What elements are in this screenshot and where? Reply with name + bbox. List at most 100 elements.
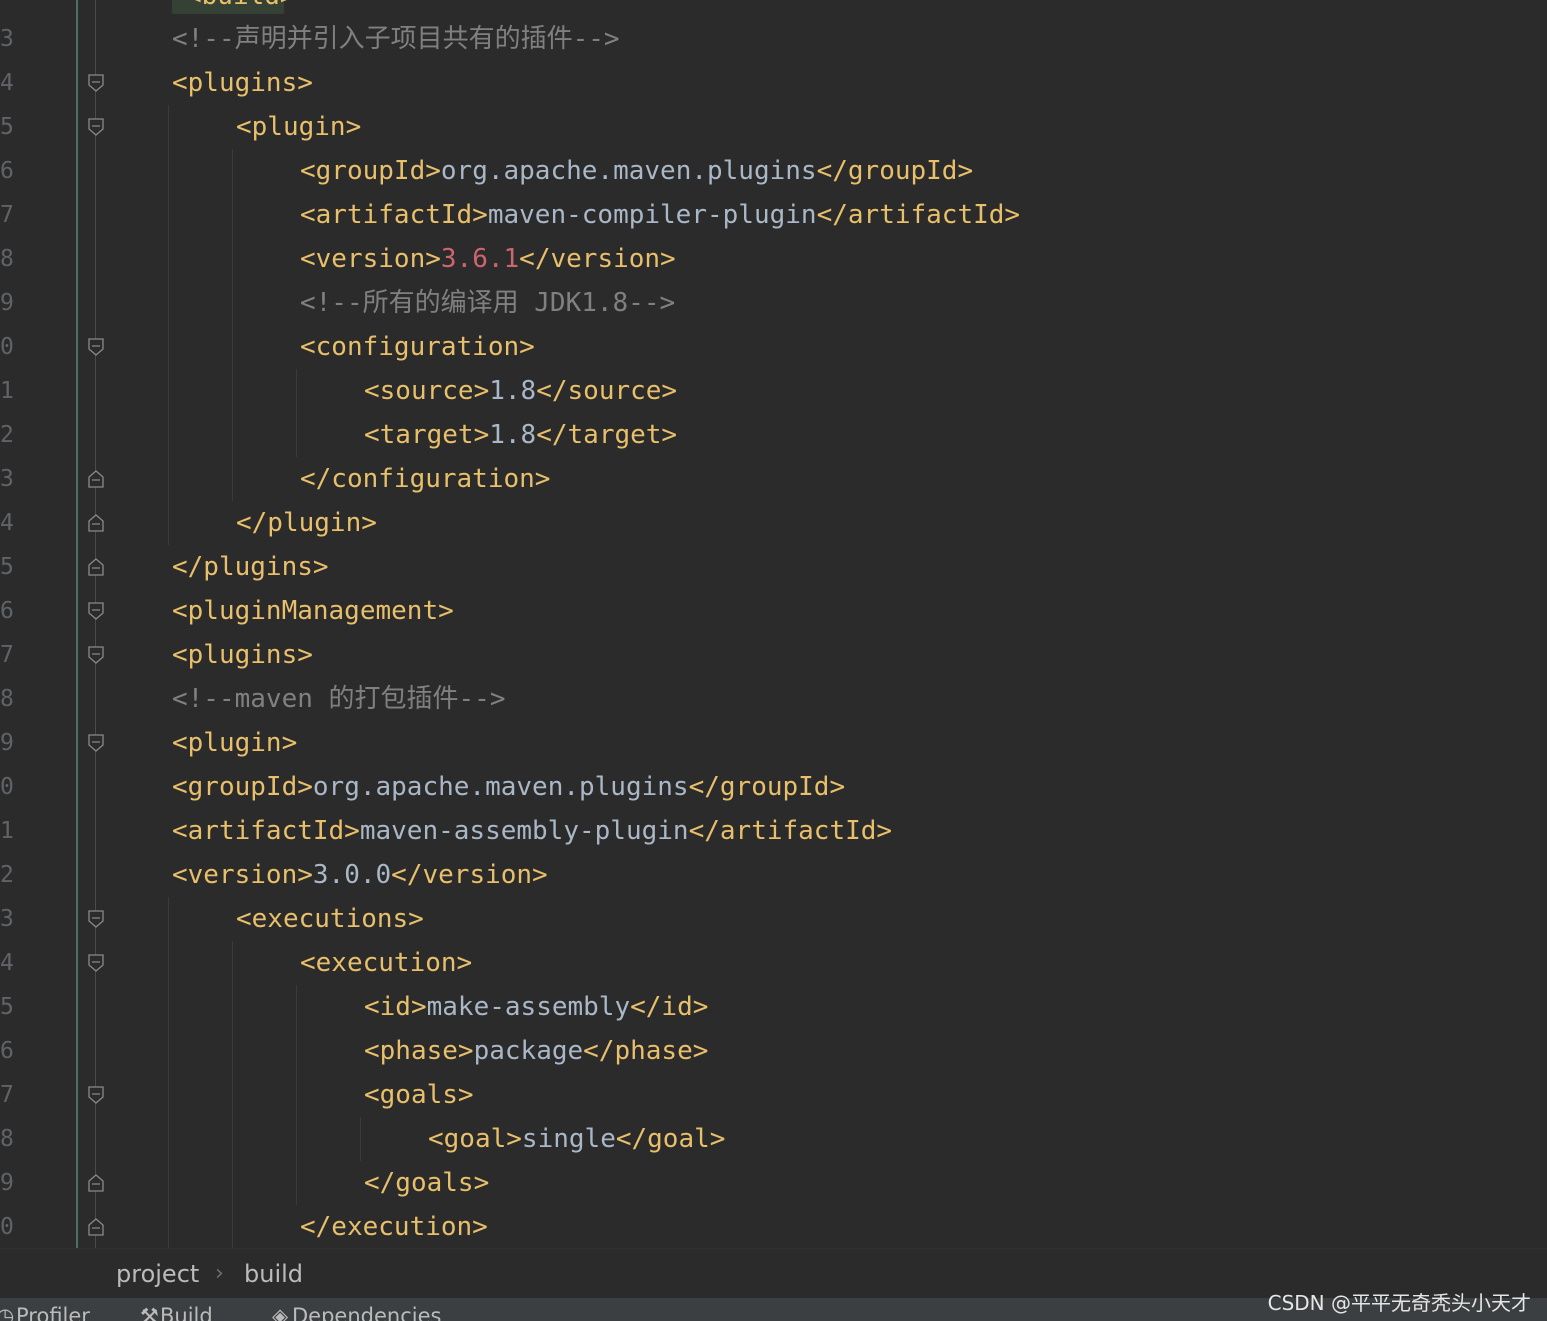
code-line[interactable]: 2 <target>1.8</target> bbox=[0, 413, 1547, 457]
fold-open-icon[interactable] bbox=[88, 734, 104, 752]
code-line[interactable]: 5 <id>make-assembly</id> bbox=[0, 985, 1547, 1029]
fold-open-icon[interactable] bbox=[88, 338, 104, 356]
code-line[interactable]: 3 </configuration> bbox=[0, 457, 1547, 501]
code-line[interactable]: 8 <version>3.6.1</version> bbox=[0, 237, 1547, 281]
indent-guide bbox=[168, 1117, 169, 1161]
xml-tag: <plugin> bbox=[236, 112, 362, 142]
xml-tag: </goals> bbox=[364, 1168, 490, 1198]
xml-tag: <artifactId> bbox=[172, 816, 360, 846]
line-number: 9 bbox=[0, 1170, 14, 1196]
line-number: 6 bbox=[0, 1038, 14, 1064]
breadcrumb-separator-icon: › bbox=[215, 1261, 224, 1286]
code-line[interactable]: 4 </plugin> bbox=[0, 501, 1547, 545]
indent-guide bbox=[168, 105, 169, 149]
fold-open-icon[interactable] bbox=[88, 910, 104, 928]
fold-close-icon[interactable] bbox=[88, 1218, 104, 1236]
line-number: 1 bbox=[0, 378, 14, 404]
code-line[interactable]: 4 <execution> bbox=[0, 941, 1547, 985]
xml-value: org.apache.maven.plugins bbox=[440, 156, 817, 186]
fold-open-icon[interactable] bbox=[88, 74, 104, 92]
code-line[interactable]: 6 <pluginManagement> bbox=[0, 589, 1547, 633]
line-number: 1 bbox=[0, 818, 14, 844]
code-text: <!--声明并引入子项目共有的插件--> bbox=[172, 17, 620, 61]
line-number: 0 bbox=[0, 1214, 14, 1240]
fold-close-icon[interactable] bbox=[88, 514, 104, 532]
breadcrumb-item-build[interactable]: build bbox=[244, 1249, 303, 1299]
code-line[interactable]: 5 <plugin> bbox=[0, 105, 1547, 149]
code-line[interactable]: 7 <plugins> bbox=[0, 633, 1547, 677]
indent-guide bbox=[296, 1073, 297, 1117]
indent-guide bbox=[232, 1117, 233, 1161]
code-line[interactable]: 3 <!--声明并引入子项目共有的插件--> bbox=[0, 17, 1547, 61]
xml-tag: </id> bbox=[630, 992, 709, 1022]
code-line[interactable]: 0 <configuration> bbox=[0, 325, 1547, 369]
indent-guide bbox=[168, 1029, 169, 1073]
xml-tag: </version> bbox=[519, 244, 676, 274]
code-line[interactable]: 4 <plugins> bbox=[0, 61, 1547, 105]
fold-close-icon[interactable] bbox=[88, 558, 104, 576]
code-line[interactable]: 1 <artifactId>maven-assembly-plugin</arti… bbox=[0, 809, 1547, 853]
fold-open-icon[interactable] bbox=[88, 1086, 104, 1104]
code-line[interactable]: 2 <version>3.0.0</version> bbox=[0, 853, 1547, 897]
line-number: 2 bbox=[0, 422, 14, 448]
tool-dependencies[interactable]: ◈ Dependencies bbox=[272, 1304, 441, 1321]
tool-build[interactable]: ⚒Build bbox=[140, 1304, 213, 1321]
code-line[interactable]: 3 <executions> bbox=[0, 897, 1547, 941]
code-line[interactable]: 0 <groupId>org.apache.maven.plugins</grou… bbox=[0, 765, 1547, 809]
highlighted-build-tag: <build> bbox=[172, 0, 296, 14]
indent-guide bbox=[168, 1161, 169, 1205]
code-line[interactable]: 7 <artifactId>maven-compiler-plugin</arti… bbox=[0, 193, 1547, 237]
xml-value: package bbox=[473, 1036, 584, 1066]
fold-open-icon[interactable] bbox=[88, 602, 104, 620]
xml-tag: </artifactId> bbox=[688, 816, 893, 846]
code-line[interactable]: 5 </plugins> bbox=[0, 545, 1547, 589]
code-line[interactable]: 8 <goal>single</goal> bbox=[0, 1117, 1547, 1161]
indent-guide bbox=[168, 501, 169, 545]
indent-guide bbox=[168, 413, 169, 457]
fold-close-icon[interactable] bbox=[88, 470, 104, 488]
xml-tag: </version> bbox=[391, 860, 548, 890]
breadcrumb-item-project[interactable]: project bbox=[116, 1249, 199, 1299]
xml-tag: <version> bbox=[300, 244, 441, 274]
code-text: <plugin> bbox=[236, 105, 361, 149]
xml-tag: <pluginManagement> bbox=[172, 596, 454, 626]
code-line[interactable]: 0 </execution> bbox=[0, 1205, 1547, 1248]
code-line[interactable]: 7 <goals> bbox=[0, 1073, 1547, 1117]
code-line[interactable]: 8 <!--maven 的打包插件--> bbox=[0, 677, 1547, 721]
fold-open-icon[interactable] bbox=[88, 954, 104, 972]
indent-guide bbox=[168, 897, 169, 941]
xml-comment: <!--声明并引入子项目共有的插件--> bbox=[172, 24, 620, 54]
line-number: 5 bbox=[0, 114, 14, 140]
indent-guide bbox=[168, 941, 169, 985]
indent-guide bbox=[232, 193, 233, 237]
code-line[interactable]: 6 <groupId>org.apache.maven.plugins</grou… bbox=[0, 149, 1547, 193]
code-text: </execution> bbox=[300, 1205, 488, 1248]
indent-guide bbox=[232, 1161, 233, 1205]
fold-open-icon[interactable] bbox=[88, 646, 104, 664]
fold-close-icon[interactable] bbox=[88, 1174, 104, 1192]
code-line[interactable]: 6 <phase>package</phase> bbox=[0, 1029, 1547, 1073]
code-text: <artifactId>maven-assembly-plugin</artif… bbox=[172, 809, 892, 853]
indent-guide bbox=[168, 237, 169, 281]
code-editor[interactable]: <build> 3 <!--声明并引入子项目共有的插件--> 4 <plugins> 5… bbox=[0, 0, 1547, 1248]
code-line[interactable]: 9 <plugin> bbox=[0, 721, 1547, 765]
code-text: <!--maven 的打包插件--> bbox=[172, 677, 506, 721]
tool-profiler[interactable]: ◷Profiler bbox=[0, 1304, 90, 1321]
xml-value: single bbox=[521, 1124, 616, 1154]
fold-open-icon[interactable] bbox=[88, 118, 104, 136]
code-line[interactable]: 1 <source>1.8</source> bbox=[0, 369, 1547, 413]
code-line[interactable]: 9 <!--所有的编译用 JDK1.8--> bbox=[0, 281, 1547, 325]
xml-tag: </artifactId> bbox=[816, 200, 1021, 230]
xml-value: org.apache.maven.plugins bbox=[312, 772, 689, 802]
xml-tag: <configuration> bbox=[300, 332, 535, 362]
code-line[interactable]: 9 </goals> bbox=[0, 1161, 1547, 1205]
code-text: </goals> bbox=[364, 1161, 489, 1205]
indent-guide bbox=[168, 457, 169, 501]
indent-guide bbox=[168, 325, 169, 369]
code-text: <groupId>org.apache.maven.plugins</group… bbox=[300, 149, 973, 193]
profiler-icon: ◷ bbox=[0, 1304, 15, 1321]
xml-tag: <plugins> bbox=[172, 640, 313, 670]
xml-value: 3.0.0 bbox=[312, 860, 392, 890]
line-number: 3 bbox=[0, 26, 14, 52]
indent-guide bbox=[232, 1205, 233, 1248]
